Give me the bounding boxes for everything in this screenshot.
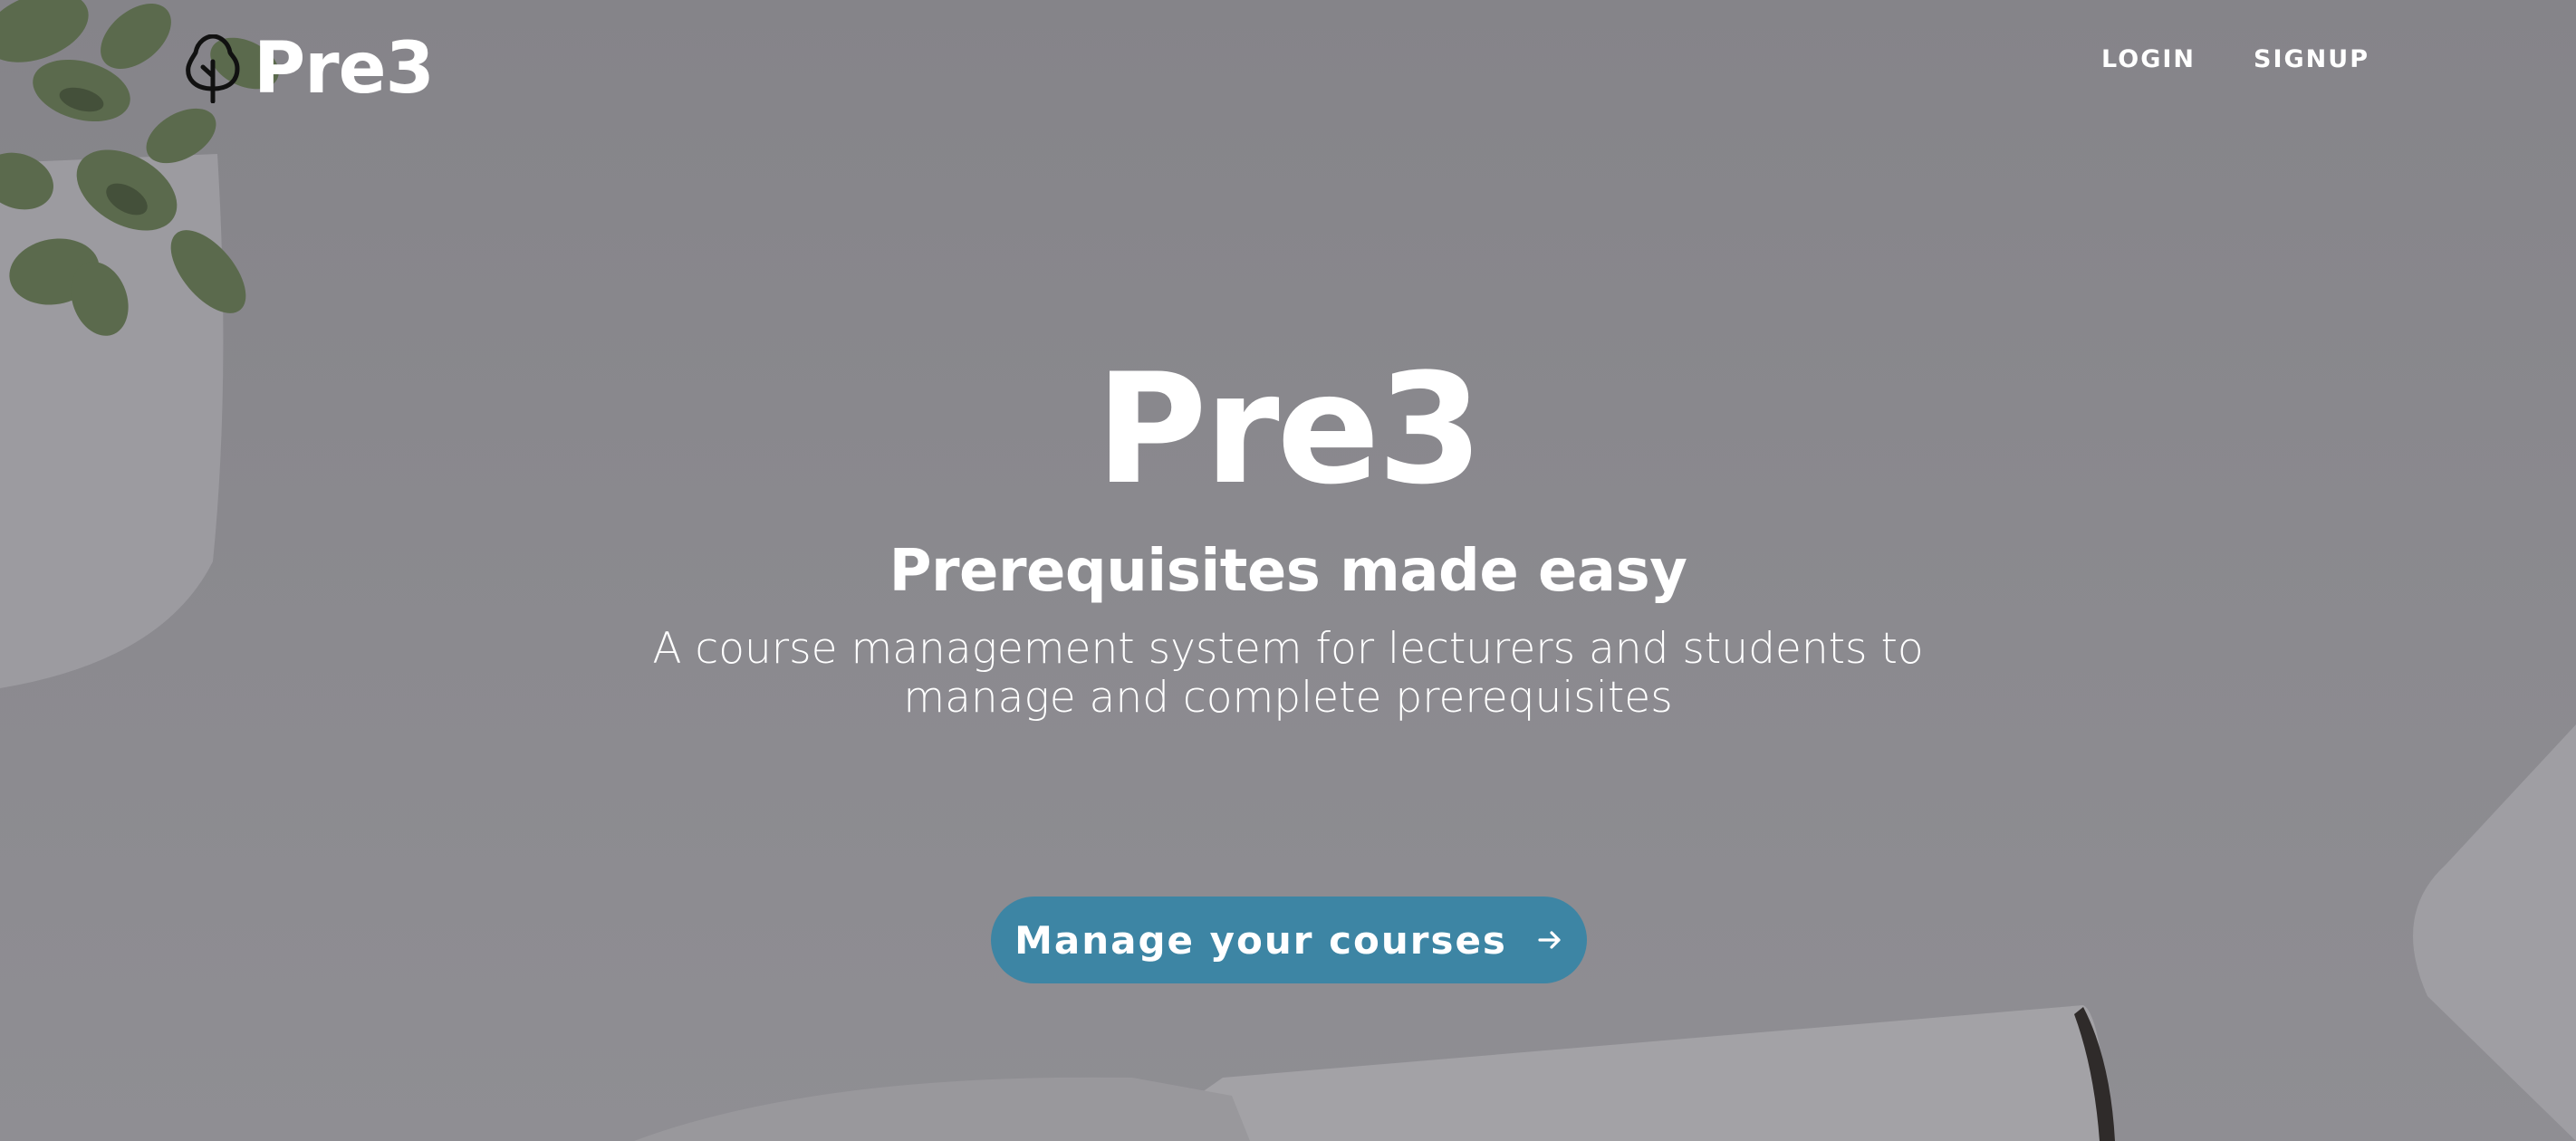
brand-name: Pre3 <box>254 28 435 110</box>
tree-icon <box>186 34 240 103</box>
signup-link[interactable]: SIGNUP <box>2254 45 2369 73</box>
manage-courses-label: Manage your courses <box>1014 917 1507 963</box>
notebook <box>1132 1005 2110 1141</box>
login-link[interactable]: LOGIN <box>2101 45 2196 73</box>
hero-title: Pre3 <box>1095 340 1484 518</box>
nav-links: LOGIN SIGNUP <box>2101 45 2369 73</box>
arrow-right-icon <box>1538 931 1561 949</box>
top-navbar: Pre3 LOGIN SIGNUP <box>0 0 2576 136</box>
laptop-corner <box>2413 724 2576 1141</box>
hero-subtitle: Prerequisites made easy <box>889 538 1687 605</box>
hero-section: Pre3 LOGIN SIGNUP Pre3 Prerequisites mad… <box>0 0 2576 1141</box>
hero-description-line: manage and complete prerequisites <box>903 673 1673 723</box>
manage-courses-button[interactable]: Manage your courses <box>991 896 1587 983</box>
hero-description: A course management system for lecturers… <box>0 625 2576 723</box>
hero-description-line: A course management system for lecturers… <box>652 624 1924 674</box>
brand-logo[interactable]: Pre3 <box>185 25 435 112</box>
